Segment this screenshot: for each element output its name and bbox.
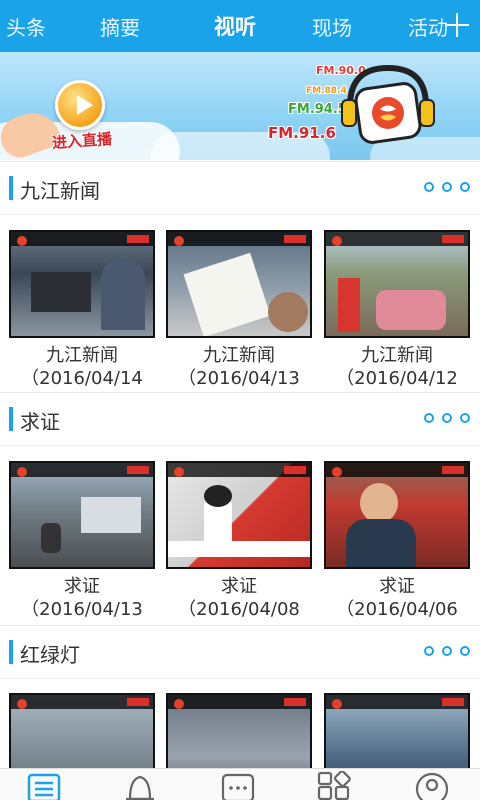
- video-title[interactable]: 九江新闻（2016/04/14: [4, 344, 160, 390]
- video-row: 求证（2016/04/13 求证（2016/04/08 求证（2016/04/0…: [0, 447, 480, 625]
- video-thumbnail[interactable]: [324, 461, 470, 569]
- section-accent-bar: [9, 640, 13, 664]
- video-title[interactable]: 求证（2016/04/13: [4, 575, 160, 621]
- video-thumbnail[interactable]: [324, 230, 470, 338]
- video-item[interactable]: 九江新闻（2016/04/13: [166, 230, 312, 390]
- top-tab-bar: 头条 摘要 视听 现场 活动: [0, 0, 480, 52]
- video-row: [0, 680, 480, 800]
- video-item[interactable]: 九江新闻（2016/04/14: [9, 230, 155, 390]
- video-row: 九江新闻（2016/04/14 九江新闻（2016/04/13 九江新闻（201…: [0, 216, 480, 392]
- video-title[interactable]: 九江新闻（2016/04/12: [319, 344, 475, 390]
- more-icon[interactable]: [424, 646, 470, 660]
- section-accent-bar: [9, 176, 13, 200]
- tab-live-scene[interactable]: 现场: [282, 0, 382, 52]
- section-accent-bar: [9, 407, 13, 431]
- headphones-radio-icon: [341, 64, 435, 144]
- more-icon[interactable]: [424, 182, 470, 196]
- section-title: 求证: [20, 410, 60, 434]
- tab-headlines[interactable]: 头条: [0, 0, 52, 52]
- more-icon[interactable]: [424, 413, 470, 427]
- section-title: 红绿灯: [20, 643, 80, 667]
- enter-live-label[interactable]: 进入直播: [51, 128, 112, 153]
- tab-audio-video[interactable]: 视听: [188, 0, 282, 52]
- tab-summary[interactable]: 摘要: [52, 0, 188, 52]
- add-channel-icon[interactable]: [442, 10, 472, 40]
- bell-icon[interactable]: [122, 771, 158, 800]
- play-icon[interactable]: [55, 80, 105, 130]
- fm-frequency-label: FM.94.5: [288, 102, 347, 117]
- app-screen: 头条 摘要 视听 现场 活动 进入直播 FM.90.0 FM.88.4 FM.9…: [0, 0, 480, 800]
- apps-icon[interactable]: [316, 771, 352, 800]
- section-title: 九江新闻: [20, 179, 100, 203]
- video-item[interactable]: 求证（2016/04/13: [9, 461, 155, 621]
- video-item[interactable]: 求证（2016/04/06: [324, 461, 470, 621]
- video-title[interactable]: 九江新闻（2016/04/13: [161, 344, 317, 390]
- video-thumbnail[interactable]: [166, 230, 312, 338]
- video-title[interactable]: 求证（2016/04/08: [161, 575, 317, 621]
- fm-frequency-label: FM.91.6: [268, 124, 336, 142]
- section-header-verify: 求证: [0, 392, 480, 446]
- video-item[interactable]: 求证（2016/04/08: [166, 461, 312, 621]
- video-thumbnail[interactable]: [9, 230, 155, 338]
- video-item[interactable]: 九江新闻（2016/04/12: [324, 230, 470, 390]
- chat-icon[interactable]: [220, 771, 256, 800]
- list-icon[interactable]: [26, 771, 62, 800]
- live-radio-banner[interactable]: 进入直播 FM.90.0 FM.88.4 FM.94.5 FM.91.6: [0, 52, 480, 160]
- section-header-traffic-light: 红绿灯: [0, 625, 480, 679]
- profile-icon[interactable]: [414, 771, 450, 800]
- video-thumbnail[interactable]: [166, 461, 312, 569]
- section-header-jiujiang-news: 九江新闻: [0, 161, 480, 215]
- video-title[interactable]: 求证（2016/04/06: [319, 575, 475, 621]
- video-thumbnail[interactable]: [9, 461, 155, 569]
- bottom-nav-bar: [0, 768, 480, 800]
